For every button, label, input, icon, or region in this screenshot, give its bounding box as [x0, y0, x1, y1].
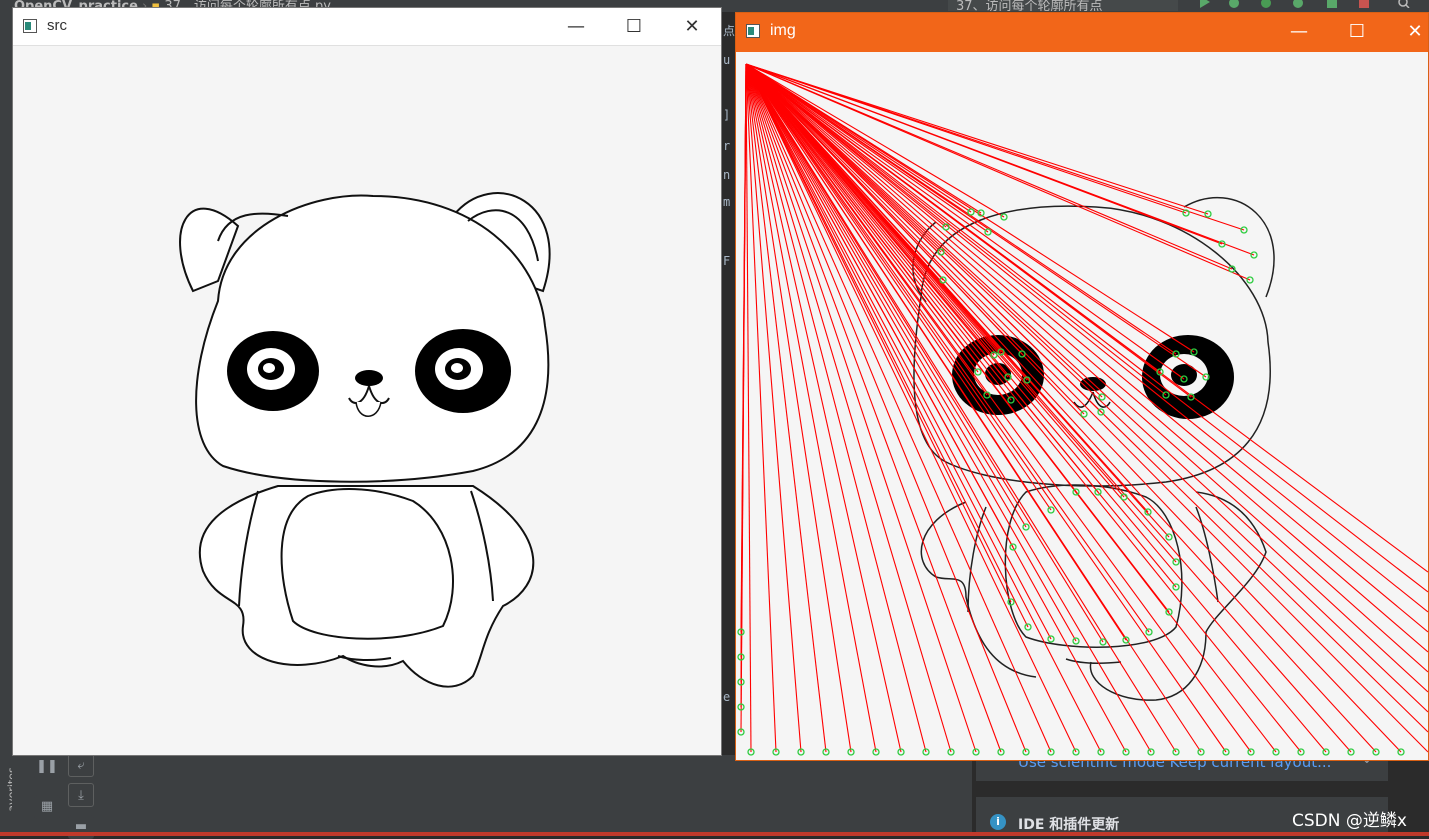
editor-char: e [723, 690, 731, 704]
img-window-title: img [770, 22, 796, 39]
maximize-button[interactable]: ☐ [611, 8, 657, 45]
code-editor-visible-strip: 点 u ] r n m F e [722, 12, 736, 732]
stop-icon[interactable] [1358, 0, 1370, 8]
img-window: img — ☐ ✕ [735, 12, 1429, 761]
run-tool-window: ❚❚ ⤶ ▦ ⤓ ▬ [12, 753, 972, 839]
run-configuration-label: 37、访问每个轮廓所有点 [956, 0, 1103, 11]
pause-icon[interactable]: ❚❚ [34, 755, 60, 779]
panda-image [13, 46, 721, 755]
editor-char: m [723, 195, 731, 209]
scroll-to-end-icon[interactable]: ⤓ [68, 783, 94, 807]
img-image-canvas [736, 52, 1428, 760]
taskbar-edge [0, 832, 1429, 836]
editor-char: r [723, 139, 731, 153]
editor-char: ] [723, 108, 731, 122]
ide-left-toolwindow-bar: avorites [0, 12, 19, 836]
minimize-button[interactable]: — [553, 8, 599, 45]
window-app-icon [23, 19, 37, 33]
layout-icon[interactable]: ▦ [34, 795, 60, 819]
concurrency-icon[interactable] [1326, 0, 1338, 8]
editor-char: F [723, 254, 731, 268]
editor-char: n [723, 168, 731, 182]
search-icon[interactable] [1398, 0, 1410, 8]
img-titlebar[interactable]: img — ☐ ✕ [736, 13, 1428, 52]
src-image-canvas [13, 46, 721, 755]
soft-wrap-icon[interactable]: ⤶ [68, 753, 94, 777]
contour-lines-image [736, 52, 1428, 760]
src-window: src — ☐ ✕ [12, 7, 722, 756]
src-window-title: src [47, 17, 67, 34]
update-notification-title[interactable]: IDE 和插件更新 [1018, 814, 1119, 834]
window-app-icon [746, 24, 760, 38]
close-button[interactable]: ✕ [669, 8, 715, 45]
coverage-icon[interactable] [1260, 0, 1272, 8]
info-icon: i [990, 814, 1006, 830]
editor-char: u [723, 53, 731, 67]
debug-icon[interactable] [1228, 0, 1240, 8]
profile-icon[interactable] [1292, 0, 1304, 8]
maximize-button[interactable]: ☐ [1334, 13, 1380, 50]
close-button[interactable]: ✕ [1392, 13, 1429, 50]
run-icon[interactable] [1198, 0, 1210, 8]
minimize-button[interactable]: — [1276, 13, 1322, 50]
src-titlebar[interactable]: src — ☐ ✕ [13, 8, 721, 46]
run-configuration-select[interactable]: 37、访问每个轮廓所有点 [948, 0, 1178, 11]
editor-char: 点 [723, 24, 736, 38]
watermark: CSDN @逆鳞x [1292, 811, 1407, 831]
